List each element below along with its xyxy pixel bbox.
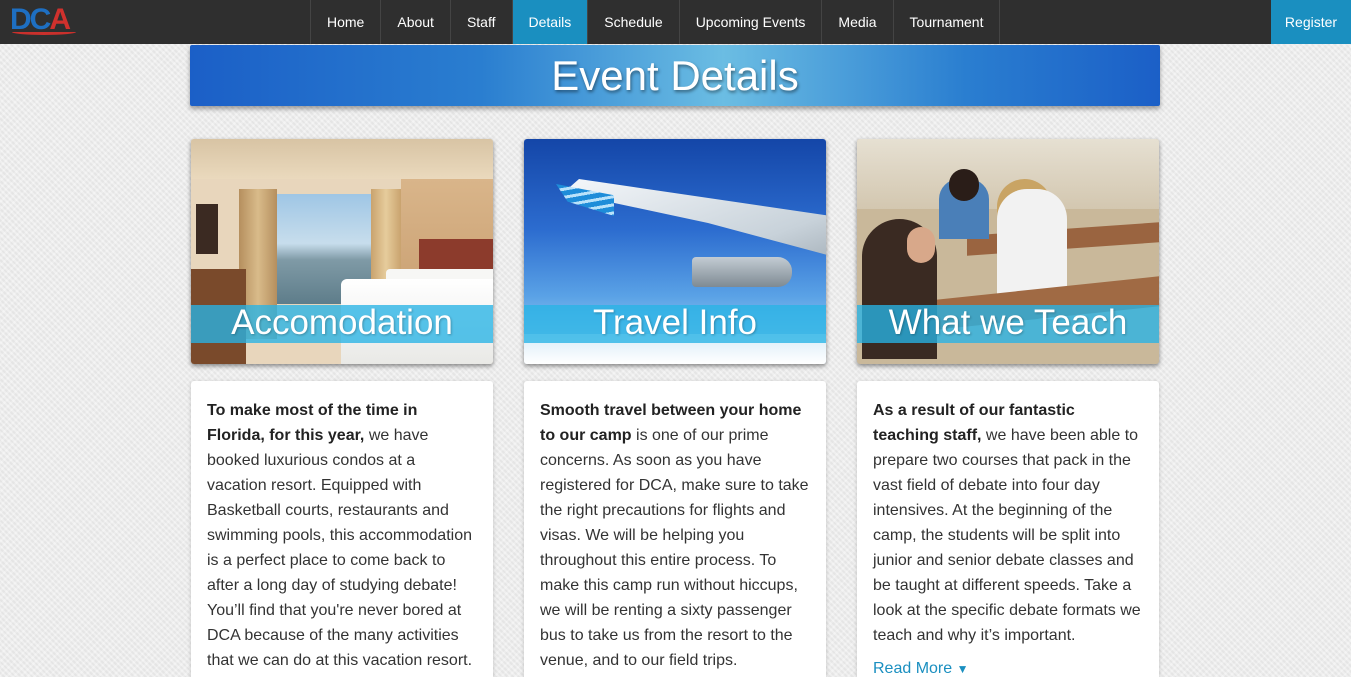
logo-swoosh <box>12 29 76 35</box>
student-back-head <box>949 169 979 201</box>
airplane-engine <box>692 257 792 287</box>
dca-logo[interactable]: DCA <box>10 3 76 37</box>
hotel-tv <box>196 204 218 254</box>
card-caption-travel-info: Travel Info <box>592 303 758 342</box>
card-caption-accomodation: Accomodation <box>231 303 453 342</box>
hotel-ceiling <box>191 139 493 179</box>
nav-menu: Home About Staff Details Schedule Upcomi… <box>310 0 1001 44</box>
nav-item-details[interactable]: Details <box>512 0 589 44</box>
caret-down-icon: ▼ <box>956 662 969 676</box>
accomodation-description: To make most of the time in Florida, for… <box>207 398 478 673</box>
nav-item-staff[interactable]: Staff <box>451 0 513 44</box>
page-title: Event Details <box>551 52 799 99</box>
accomodation-text-card: To make most of the time in Florida, for… <box>191 381 493 677</box>
nav-item-home[interactable]: Home <box>311 0 382 44</box>
travel-info-image-card[interactable]: Travel Info <box>524 139 826 364</box>
what-we-teach-text-card: As a result of our fantastic teaching st… <box>857 381 1159 677</box>
nav-item-media[interactable]: Media <box>822 0 894 44</box>
nav-item-tournament[interactable]: Tournament <box>894 0 1001 44</box>
nav-item-upcoming-events[interactable]: Upcoming Events <box>680 0 823 44</box>
travel-info-text-card: Smooth travel between your home to our c… <box>524 381 826 677</box>
accomodation-image-card[interactable]: Accomodation <box>191 139 493 364</box>
nav-item-schedule[interactable]: Schedule <box>588 0 680 44</box>
page-banner: Event Details <box>190 45 1160 106</box>
card-caption-what-we-teach: What we Teach <box>888 303 1128 342</box>
accomodation-body: we have booked luxurious condos at a vac… <box>207 427 473 669</box>
read-more-label: Read More <box>873 660 953 677</box>
what-we-teach-body: we have been able to prepare two courses… <box>873 427 1141 644</box>
travel-info-body: is one of our prime concerns. As soon as… <box>540 427 809 669</box>
travel-info-description: Smooth travel between your home to our c… <box>540 398 811 673</box>
nav-item-about[interactable]: About <box>381 0 451 44</box>
what-we-teach-description: As a result of our fantastic teaching st… <box>873 398 1144 648</box>
top-navbar: DCA Home About Staff Details Schedule Up… <box>0 0 1351 44</box>
read-more-link[interactable]: Read More ▼ <box>873 660 969 677</box>
what-we-teach-image-card[interactable]: What we Teach <box>857 139 1159 364</box>
register-button[interactable]: Register <box>1271 0 1351 44</box>
student-front-face <box>907 227 935 263</box>
